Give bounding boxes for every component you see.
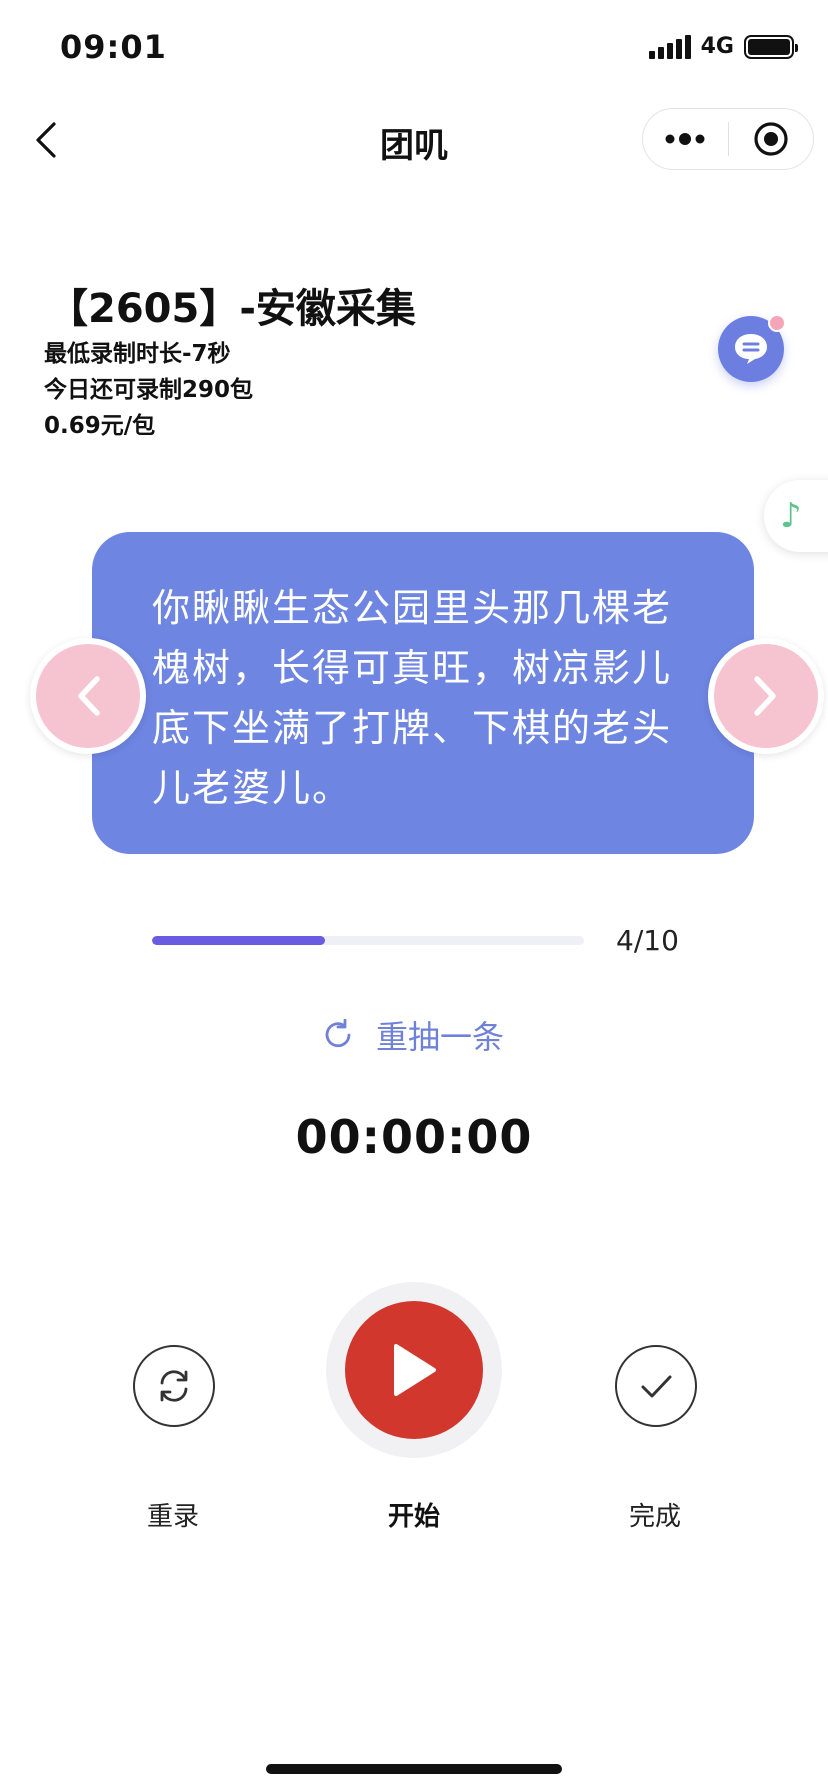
start-button[interactable] (326, 1282, 502, 1458)
network-type: 4G (700, 34, 734, 59)
music-note-icon: ♪ (780, 496, 802, 536)
task-title: 【2605】-安徽采集 (48, 286, 416, 332)
price-per-pack: 0.69元/包 (44, 413, 156, 439)
progress-bar (152, 936, 584, 945)
more-button[interactable] (643, 109, 728, 169)
previous-button[interactable] (30, 638, 146, 754)
target-circle-icon (754, 122, 788, 156)
recording-timer: 00:00:00 (295, 1110, 533, 1164)
progress-count: 4/10 (616, 924, 679, 957)
chevron-right-icon (754, 676, 776, 716)
redraw-button[interactable]: 重抽一条 (322, 1012, 504, 1058)
rerecord-icon (160, 1370, 188, 1402)
music-button[interactable]: ♪ (764, 480, 828, 552)
recording-screen: 09:01 4G 团叽 【2605】-安徽采集 最低录制时长-7秒 今日还可录制… (0, 0, 828, 1792)
close-miniprogram-button[interactable] (729, 109, 814, 169)
start-button-core[interactable] (345, 1301, 483, 1439)
battery-icon (744, 34, 798, 59)
status-time: 09:01 (60, 28, 167, 66)
progress-fill (152, 936, 325, 945)
notification-dot (768, 314, 786, 332)
checkmark-icon (641, 1375, 672, 1398)
redraw-label: 重抽一条 (376, 1018, 505, 1056)
more-dots-icon (665, 133, 705, 145)
prompt-card: 你瞅瞅生态公园里头那几棵老槐树，长得可真旺，树凉影儿底下坐满了打牌、下棋的老头儿… (92, 532, 754, 854)
chevron-left-icon (78, 676, 100, 716)
play-icon (394, 1344, 436, 1396)
remaining-today: 今日还可录制290包 (44, 377, 254, 403)
min-duration: 最低录制时长-7秒 (44, 341, 231, 367)
rerecord-label: 重录 (146, 1502, 199, 1532)
status-icons: 4G (648, 34, 798, 59)
mini-program-capsule (642, 108, 814, 170)
done-button[interactable] (615, 1345, 697, 1427)
start-label: 开始 (387, 1502, 440, 1532)
chat-bubble-icon (735, 334, 767, 364)
done-label: 完成 (628, 1502, 681, 1532)
prompt-text: 你瞅瞅生态公园里头那几棵老槐树，长得可真旺，树凉影儿底下坐满了打牌、下棋的老头儿… (152, 586, 673, 810)
home-indicator (266, 1764, 562, 1774)
next-button[interactable] (708, 638, 824, 754)
signal-icon (648, 34, 691, 59)
refresh-icon (325, 1019, 351, 1048)
rerecord-button[interactable] (133, 1345, 215, 1427)
